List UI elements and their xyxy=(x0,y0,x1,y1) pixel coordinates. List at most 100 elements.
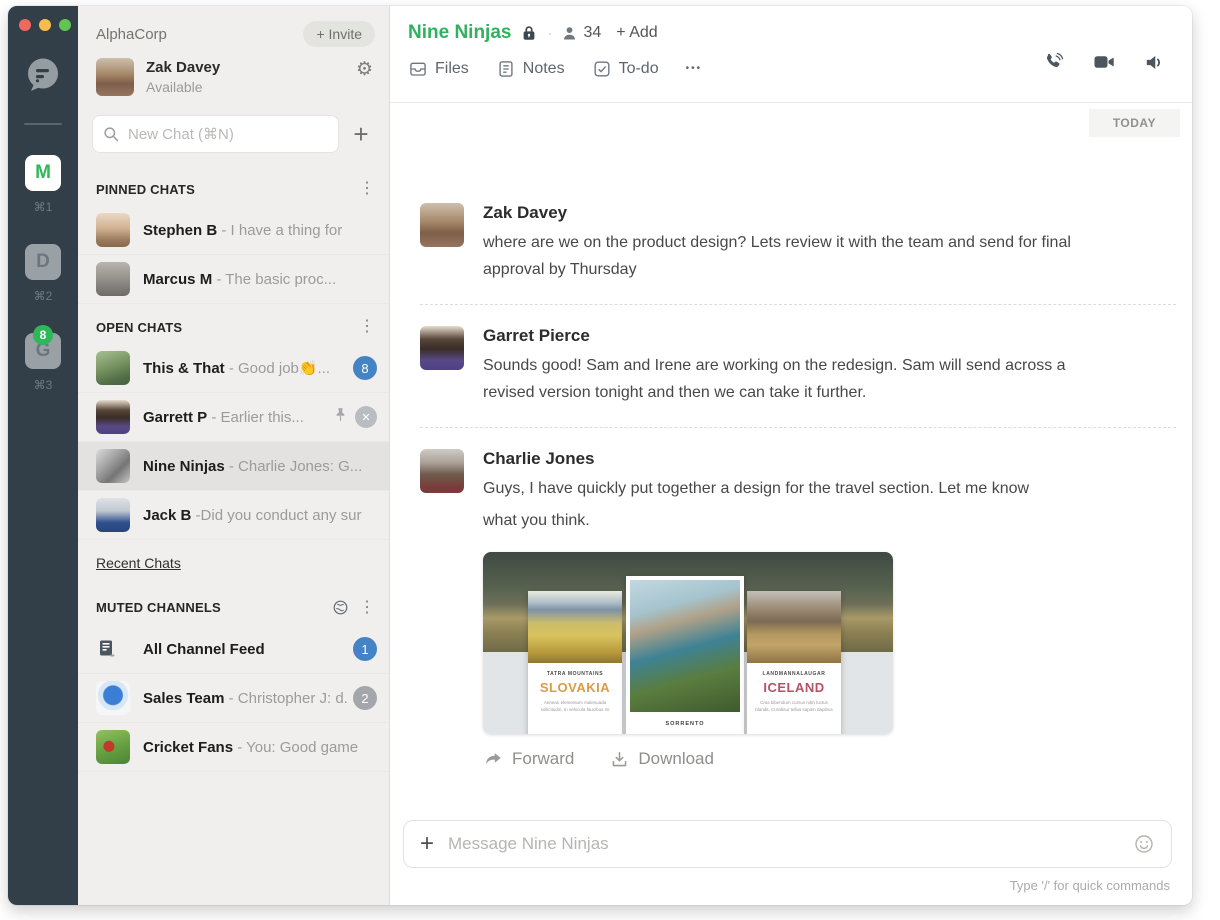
avatar xyxy=(96,449,130,483)
conversation-panel: Nine Ninjas · 34 + Add xyxy=(390,6,1192,905)
tab-notes[interactable]: Notes xyxy=(496,59,565,79)
open-chats-header: OPEN CHATS ⋮ xyxy=(78,304,389,344)
app-logo-icon xyxy=(21,53,65,97)
avatar xyxy=(96,498,130,532)
invite-button[interactable]: + Invite xyxy=(303,21,375,47)
attach-plus-button[interactable]: + xyxy=(420,832,434,856)
discover-channels-globe-icon[interactable] xyxy=(332,599,349,616)
avatar xyxy=(96,58,134,96)
team-tile-d[interactable]: D xyxy=(25,244,61,280)
conversation-header: Nine Ninjas · 34 + Add xyxy=(390,6,1192,103)
chat-row-stephen-b[interactable]: Stephen B - I have a thing for xyxy=(78,206,389,255)
section-menu-icon[interactable]: ⋮ xyxy=(359,319,375,335)
section-menu-icon[interactable]: ⋮ xyxy=(359,181,375,197)
new-chat-search[interactable] xyxy=(92,115,339,153)
search-input[interactable] xyxy=(128,126,328,143)
avatar xyxy=(420,203,464,247)
avatar xyxy=(96,262,130,296)
forward-icon xyxy=(483,749,503,769)
team-shortcut-label: ⌘3 xyxy=(8,378,78,392)
team-switcher-g[interactable]: G 8 ⌘3 xyxy=(8,333,78,392)
avatar xyxy=(96,213,130,247)
message-composer[interactable]: + xyxy=(403,820,1172,868)
todo-icon xyxy=(592,59,612,79)
avatar xyxy=(96,400,130,434)
unread-badge: 8 xyxy=(353,356,377,380)
quick-commands-hint: Type '/' for quick commands xyxy=(405,878,1170,893)
team-tile-m[interactable]: M xyxy=(25,155,61,191)
files-icon xyxy=(408,59,428,79)
team-shortcut-label: ⌘2 xyxy=(8,289,78,303)
composer-area: + Type '/' for quick commands xyxy=(390,820,1192,905)
minimize-window-button[interactable] xyxy=(39,19,51,31)
add-member-button[interactable]: + Add xyxy=(616,24,657,42)
chat-row-marcus-m[interactable]: Marcus M - The basic proc... xyxy=(78,255,389,304)
team-rail: M ⌘1 D ⌘2 G 8 ⌘3 xyxy=(8,6,78,905)
current-user-name: Zak Davey xyxy=(146,58,220,76)
zoom-window-button[interactable] xyxy=(59,19,71,31)
private-lock-icon xyxy=(520,24,538,42)
close-window-button[interactable] xyxy=(19,19,31,31)
message-author: Garret Pierce xyxy=(483,326,1066,346)
unread-badge: 1 xyxy=(353,637,377,661)
travel-card-iceland: LANDMANNALAUGAR ICELAND Cras bibendum cu… xyxy=(747,591,841,734)
muted-channels-header: MUTED CHANNELS ⋮ xyxy=(78,584,389,625)
download-icon xyxy=(610,750,629,769)
muted-badge: 2 xyxy=(353,686,377,710)
chat-row-garrett-p[interactable]: Garrett P - Earlier this... ✕ xyxy=(78,393,389,442)
new-chat-plus-button[interactable]: + xyxy=(339,119,383,150)
message-list[interactable]: TODAY Zak Davey where are we on the prod… xyxy=(390,103,1192,820)
travel-card-slovakia: TATRA MOUNTAINS SLOVAKIA Aenean elementu… xyxy=(528,591,622,734)
settings-gear-icon[interactable]: ⚙ xyxy=(356,58,373,79)
message-author: Zak Davey xyxy=(483,203,1071,223)
chat-row-all-channel-feed[interactable]: All Channel Feed 1 xyxy=(78,625,389,674)
message-zak-davey: Zak Davey where are we on the product de… xyxy=(420,203,1176,283)
message-divider xyxy=(420,427,1176,428)
section-menu-icon[interactable]: ⋮ xyxy=(359,600,375,616)
image-attachment-travel-design[interactable]: TATRA MOUNTAINS SLOVAKIA Aenean elementu… xyxy=(483,552,893,734)
tab-todo[interactable]: To-do xyxy=(592,59,659,79)
download-button[interactable]: Download xyxy=(610,749,714,769)
chat-row-cricket-fans[interactable]: Cricket Fans - You: Good game xyxy=(78,723,389,772)
voice-call-icon[interactable] xyxy=(1042,51,1065,74)
member-count[interactable]: 34 xyxy=(561,24,601,42)
channel-feed-icon xyxy=(96,638,130,660)
video-call-icon[interactable] xyxy=(1092,50,1116,74)
team-shortcut-label: ⌘1 xyxy=(8,200,78,214)
chat-row-this-and-that[interactable]: This & That - Good job👏... 8 xyxy=(78,344,389,393)
chat-row-nine-ninjas[interactable]: Nine Ninjas - Charlie Jones: G... xyxy=(78,442,389,491)
forward-button[interactable]: Forward xyxy=(483,749,574,769)
unread-badge: 8 xyxy=(33,325,53,345)
chat-row-sales-team[interactable]: Sales Team - Christopher J: d. 2 xyxy=(78,674,389,723)
team-switcher-d[interactable]: D ⌘2 xyxy=(8,244,78,303)
avatar xyxy=(96,681,130,715)
team-tile-g[interactable]: G 8 xyxy=(25,333,61,369)
chat-row-jack-b[interactable]: Jack B -Did you conduct any sur xyxy=(78,491,389,540)
org-name: AlphaCorp xyxy=(96,26,167,43)
rail-divider xyxy=(24,123,62,125)
avatar xyxy=(96,351,130,385)
message-charlie-jones: Charlie Jones Guys, I have quickly put t… xyxy=(420,449,1176,769)
chat-sidebar: AlphaCorp + Invite Zak Davey Available ⚙… xyxy=(78,6,390,905)
travel-card-sorrento: SORRENTO xyxy=(626,576,744,734)
close-chat-icon[interactable]: ✕ xyxy=(355,406,377,428)
recent-chats-link[interactable]: Recent Chats xyxy=(78,540,199,584)
message-input[interactable] xyxy=(448,834,1121,854)
tab-files[interactable]: Files xyxy=(408,59,469,79)
message-author: Charlie Jones xyxy=(483,449,1029,469)
pinned-chats-header: PINNED CHATS ⋮ xyxy=(78,166,389,206)
window-controls xyxy=(8,6,78,31)
more-tabs-icon[interactable]: ••• xyxy=(686,63,703,76)
emoji-picker-icon[interactable] xyxy=(1133,833,1155,855)
notes-icon xyxy=(496,59,516,79)
avatar xyxy=(420,326,464,370)
message-garret-pierce: Garret Pierce Sounds good! Sam and Irene… xyxy=(420,326,1176,406)
channel-title[interactable]: Nine Ninjas xyxy=(408,22,511,44)
speaker-icon[interactable] xyxy=(1143,51,1166,74)
dot-separator: · xyxy=(547,25,552,42)
current-user-row: Zak Davey Available ⚙ xyxy=(78,47,389,102)
date-divider: TODAY xyxy=(1089,109,1180,137)
pin-chat-icon[interactable] xyxy=(332,406,349,428)
team-switcher-m[interactable]: M ⌘1 xyxy=(8,155,78,214)
current-user-status: Available xyxy=(146,79,220,95)
